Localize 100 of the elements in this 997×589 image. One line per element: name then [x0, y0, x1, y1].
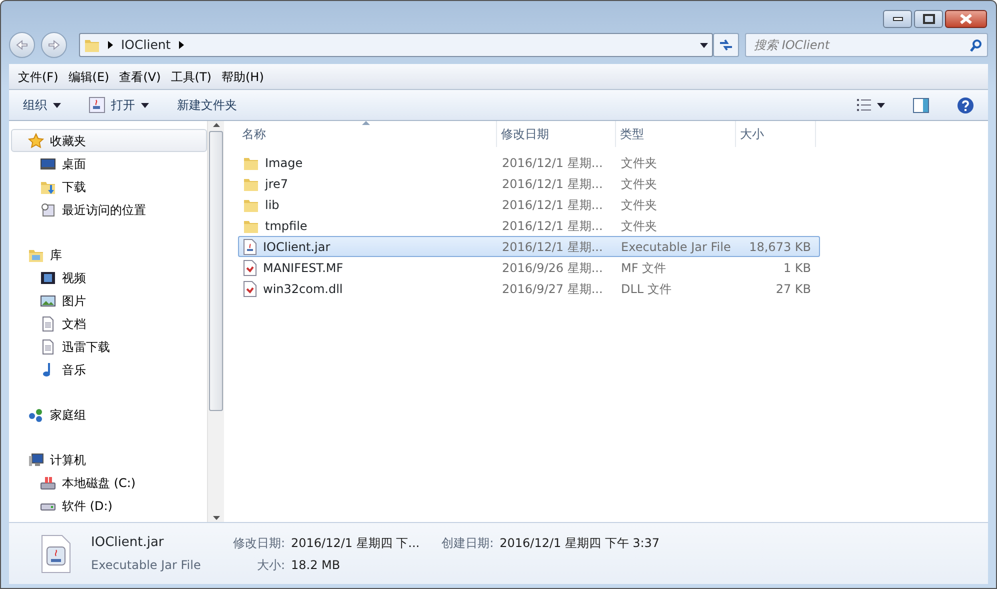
refresh-button[interactable]	[713, 33, 739, 57]
search-icon	[970, 39, 982, 52]
help-icon	[957, 96, 974, 114]
file-name: lib	[265, 196, 280, 214]
file-name: tmpfile	[265, 218, 308, 234]
menu-item[interactable]: 文件(F)	[13, 66, 64, 88]
file-date: 2016/9/27 星期...	[501, 280, 604, 298]
file-name: win32com.dll	[263, 280, 343, 298]
sidebar-item[interactable]: 视频	[11, 266, 207, 289]
scrollbar[interactable]	[207, 121, 224, 522]
chevron-right-icon	[108, 41, 113, 49]
picture-icon	[40, 292, 56, 308]
close-icon	[959, 13, 973, 25]
detail-label: 创建日期:	[440, 534, 494, 552]
java-file-icon	[243, 238, 257, 254]
dropdown-caret-icon	[700, 42, 708, 48]
detail-file-type: Executable Jar File	[91, 557, 201, 574]
detail-label: 大小:	[256, 556, 285, 574]
star-icon	[28, 132, 44, 148]
network-spheres-icon	[28, 406, 44, 422]
sidebar-item[interactable]: 文档	[11, 312, 207, 335]
toolbar-button[interactable]: 组织	[19, 94, 65, 116]
back-button[interactable]	[9, 32, 35, 58]
address-bar[interactable]: IOClient	[79, 33, 713, 57]
monitor-icon	[40, 156, 56, 172]
sidebar-item[interactable]: 收藏夹	[11, 129, 207, 152]
file-name: Image	[265, 154, 303, 172]
file-name: MANIFEST.MF	[263, 260, 344, 276]
hard-disk-icon	[40, 474, 56, 490]
sidebar-item[interactable]: 桌面	[11, 152, 207, 175]
file-icon	[243, 260, 257, 276]
file-date: 2016/12/1 星期...	[501, 176, 604, 192]
document-icon	[40, 338, 56, 354]
file-date: 2016/9/26 星期...	[501, 260, 604, 276]
file-row[interactable]: IOClient.jar 2016/12/1 星期... Executable Jar File 18,673 KB	[238, 236, 820, 257]
file-row[interactable]: Image 2016/12/1 星期... 文件夹	[238, 152, 820, 173]
sidebar-item[interactable]: 下载	[11, 175, 207, 198]
file-row[interactable]: win32com.dll 2016/9/27 星期... DLL 文件 27 KB	[238, 278, 820, 299]
maximize-icon	[922, 14, 934, 24]
file-type: 文件夹	[620, 176, 658, 192]
column-header[interactable]: 类型	[616, 121, 736, 147]
column-label: 大小	[740, 127, 764, 141]
forward-arrow-icon	[48, 40, 60, 50]
file-type: MF 文件	[620, 260, 668, 276]
toolbar-button[interactable]: 新建文件夹	[173, 94, 241, 116]
column-label: 名称	[242, 127, 266, 141]
detail-file-name: IOClient.jar	[91, 534, 165, 552]
minimize-button[interactable]	[883, 10, 912, 28]
file-type: 文件夹	[620, 218, 658, 234]
file-type: DLL 文件	[620, 280, 672, 298]
sidebar-item[interactable]: 图片	[11, 289, 207, 312]
file-type: 文件夹	[620, 196, 658, 214]
file-size: 18,673 KB	[748, 238, 812, 256]
sidebar-item[interactable]: 软件 (D:)	[11, 494, 207, 517]
java-cup-icon	[89, 97, 105, 113]
breadcrumb-segment[interactable]: IOClient	[121, 36, 171, 54]
forward-button[interactable]	[41, 32, 67, 58]
column-header[interactable]: 修改日期	[497, 121, 616, 147]
file-type: Executable Jar File	[620, 238, 732, 256]
sidebar-item[interactable]: 音乐	[11, 358, 207, 381]
sidebar-item[interactable]: 最近访问的位置	[11, 198, 207, 221]
preview-pane-icon	[913, 98, 929, 112]
detail-value: 2016/12/1 星期四 下...	[291, 534, 420, 552]
menu-item[interactable]: 查看(V)	[114, 66, 166, 88]
toolbar-button[interactable]: 打开	[85, 94, 153, 116]
file-name: IOClient.jar	[263, 238, 330, 256]
menu-item[interactable]: 工具(T)	[166, 66, 216, 88]
back-arrow-icon	[16, 40, 28, 50]
file-row[interactable]: tmpfile 2016/12/1 星期... 文件夹	[238, 215, 820, 236]
details-view-icon	[856, 98, 871, 112]
minimize-icon	[892, 17, 902, 21]
file-date: 2016/12/1 星期...	[501, 154, 604, 172]
file-row[interactable]: lib 2016/12/1 星期... 文件夹	[238, 194, 820, 215]
menu-item[interactable]: 帮助(H)	[216, 66, 269, 88]
file-row[interactable]: MANIFEST.MF 2016/9/26 星期... MF 文件 1 KB	[238, 257, 820, 278]
chevron-right-icon	[178, 41, 184, 49]
sidebar-item[interactable]: 本地磁盘 (C:)	[11, 471, 207, 494]
menu-item[interactable]: 编辑(E)	[63, 66, 114, 88]
file-type: 文件夹	[620, 154, 658, 172]
file-icon	[243, 280, 257, 296]
scroll-down-icon	[212, 516, 220, 520]
column-header[interactable]: 名称	[238, 121, 497, 147]
close-button[interactable]	[945, 10, 987, 28]
file-date: 2016/12/1 星期...	[501, 196, 604, 214]
file-row[interactable]: jre7 2016/12/1 星期... 文件夹	[238, 173, 820, 194]
sidebar-item[interactable]: 迅雷下载	[11, 335, 207, 358]
file-size: 1 KB	[782, 260, 812, 276]
java-file-icon	[41, 534, 71, 572]
sidebar-item[interactable]: 家庭组	[11, 403, 207, 426]
maximize-button[interactable]	[914, 10, 943, 28]
column-header[interactable]: 大小	[736, 121, 816, 147]
search-field[interactable]: 搜索 IOClient	[745, 33, 988, 57]
sidebar-item[interactable]: 计算机	[11, 448, 207, 471]
computer-icon	[28, 452, 44, 468]
sidebar-item[interactable]: 库	[11, 243, 207, 266]
folder-icon	[84, 37, 100, 53]
file-size: 27 KB	[774, 280, 812, 298]
file-name: jre7	[265, 176, 288, 192]
file-date: 2016/12/1 星期...	[501, 218, 604, 234]
dropdown-caret-icon	[877, 102, 885, 108]
